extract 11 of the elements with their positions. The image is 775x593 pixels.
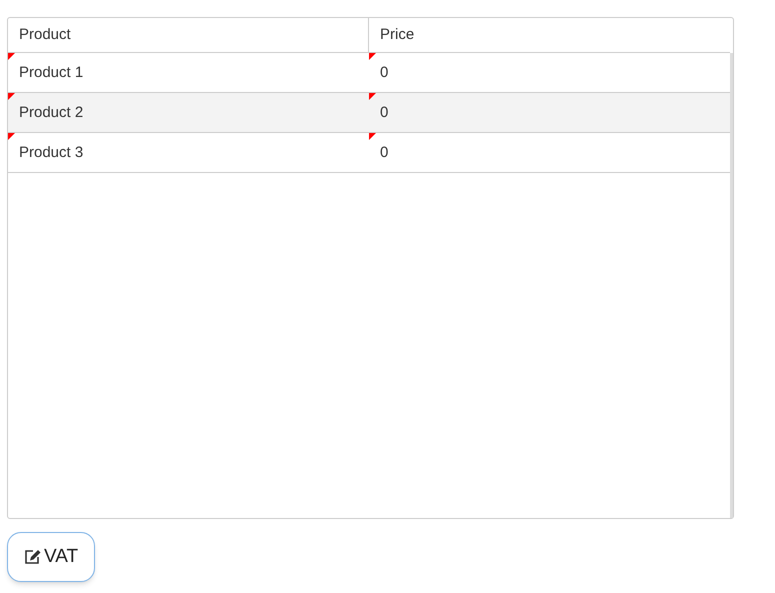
vat-button[interactable]: VAT xyxy=(7,532,96,582)
edit-icon xyxy=(24,549,42,565)
column-header[interactable]: Product xyxy=(19,24,71,46)
table-cell-text: Product 3 xyxy=(19,143,84,164)
column-header[interactable]: Price xyxy=(380,24,414,46)
table-cell-text: Product 2 xyxy=(19,103,84,124)
table-cell-text: Product 1 xyxy=(19,63,84,84)
table-cell-text: 0 xyxy=(380,103,388,124)
table-cell-text: 0 xyxy=(380,143,388,164)
scrollbar[interactable] xyxy=(730,53,733,518)
table-cell-text: 0 xyxy=(380,63,388,84)
